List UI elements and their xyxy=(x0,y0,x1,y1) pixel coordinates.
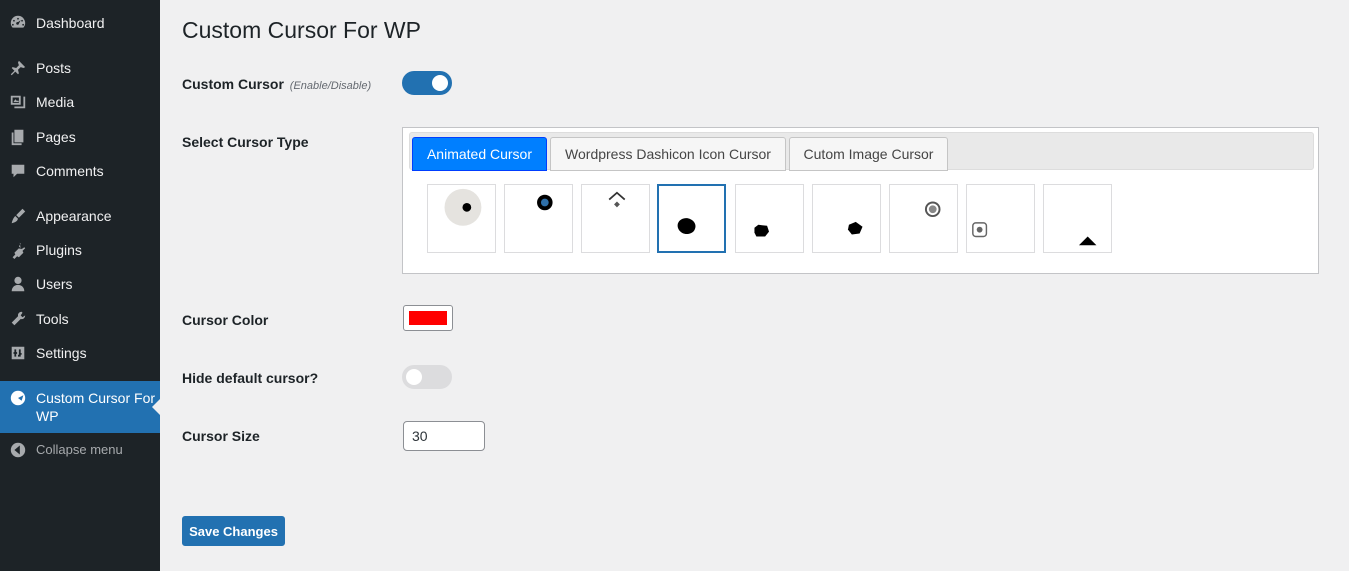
sidebar-item-settings[interactable]: Settings xyxy=(0,343,160,363)
sidebar-item-custom-cursor[interactable]: Custom Cursor For WP xyxy=(0,381,160,433)
tab-dashicon-cursor[interactable]: Wordpress Dashicon Icon Cursor xyxy=(550,137,786,171)
toggle-knob xyxy=(432,75,448,91)
cursor-size-input[interactable] xyxy=(403,421,485,451)
sidebar-item-dashboard[interactable]: Dashboard xyxy=(0,13,160,33)
sidebar-item-label: Settings xyxy=(36,345,87,361)
sidebar-item-appearance[interactable]: Appearance xyxy=(0,206,160,226)
hide-default-cursor-toggle[interactable] xyxy=(402,365,452,389)
cursor-option-9[interactable] xyxy=(1043,184,1112,253)
media-icon xyxy=(0,93,36,111)
wrench-icon xyxy=(0,310,36,328)
custom-cursor-label: Custom Cursor (Enable/Disable) xyxy=(182,76,371,92)
cursor-option-6[interactable] xyxy=(812,184,881,253)
hide-default-cursor-label: Hide default cursor? xyxy=(182,370,319,386)
pages-icon xyxy=(0,128,36,146)
brush-icon xyxy=(0,207,36,225)
comment-icon xyxy=(0,162,36,180)
sidebar-item-label: Collapse menu xyxy=(36,442,123,457)
sidebar-item-label: Posts xyxy=(36,60,72,76)
cursor-plugin-icon xyxy=(0,389,36,407)
enable-disable-hint: (Enable/Disable) xyxy=(289,80,372,92)
dashboard-icon xyxy=(0,14,36,32)
cursor-option-4[interactable] xyxy=(657,184,726,253)
sidebar-item-label: Tools xyxy=(36,311,69,327)
collapse-menu-button[interactable]: Collapse menu xyxy=(0,440,160,460)
cursor-option-7[interactable] xyxy=(889,184,958,253)
sidebar-item-label: Plugins xyxy=(36,242,82,258)
sidebar-item-label: Comments xyxy=(36,163,104,179)
sidebar-item-posts[interactable]: Posts xyxy=(0,58,160,78)
users-icon xyxy=(0,275,36,293)
sidebar-item-users[interactable]: Users xyxy=(0,274,160,294)
sidebar-item-label: Media xyxy=(36,94,75,110)
tab-image-cursor[interactable]: Cutom Image Cursor xyxy=(789,137,948,171)
active-menu-arrow xyxy=(152,399,160,415)
sidebar-item-label: Pages xyxy=(36,129,76,145)
page-title: Custom Cursor For WP xyxy=(182,17,421,43)
settings-icon xyxy=(0,344,36,362)
cursor-option-5[interactable] xyxy=(735,184,804,253)
tab-animated-cursor[interactable]: Animated Cursor xyxy=(412,137,547,171)
sidebar-item-tools[interactable]: Tools xyxy=(0,309,160,329)
sidebar-item-media[interactable]: Media xyxy=(0,92,160,112)
cursor-option-8[interactable] xyxy=(966,184,1035,253)
admin-sidebar: Dashboard Posts Media Pages Comments App… xyxy=(0,0,160,571)
main-content: Custom Cursor For WP Custom Cursor (Enab… xyxy=(182,0,1349,571)
sidebar-item-label: Custom Cursor For WP xyxy=(36,390,156,424)
sidebar-item-pages[interactable]: Pages xyxy=(0,127,160,147)
cursor-color-label: Cursor Color xyxy=(182,312,269,328)
select-cursor-type-label: Select Cursor Type xyxy=(182,134,309,150)
sidebar-item-plugins[interactable]: Plugins xyxy=(0,240,160,260)
sidebar-item-comments[interactable]: Comments xyxy=(0,161,160,181)
custom-cursor-label-text: Custom Cursor xyxy=(182,76,284,92)
pin-icon xyxy=(0,59,36,77)
cursor-color-fill xyxy=(409,311,447,325)
cursor-option-1[interactable] xyxy=(427,184,496,253)
save-changes-button[interactable]: Save Changes xyxy=(182,516,285,546)
toggle-knob xyxy=(406,369,422,385)
plugin-icon xyxy=(0,241,36,259)
sidebar-item-label: Dashboard xyxy=(36,15,105,31)
cursor-size-label: Cursor Size xyxy=(182,428,260,444)
cursor-type-panel: Animated Cursor Wordpress Dashicon Icon … xyxy=(402,127,1319,274)
cursor-option-2[interactable] xyxy=(504,184,573,253)
custom-cursor-toggle[interactable] xyxy=(402,71,452,95)
sidebar-item-label: Users xyxy=(36,276,73,292)
collapse-icon xyxy=(0,441,36,459)
cursor-type-tabbar: Animated Cursor Wordpress Dashicon Icon … xyxy=(409,132,1314,171)
cursor-color-picker[interactable] xyxy=(403,305,453,331)
sidebar-item-label: Appearance xyxy=(36,208,112,224)
cursor-option-3[interactable] xyxy=(581,184,650,253)
